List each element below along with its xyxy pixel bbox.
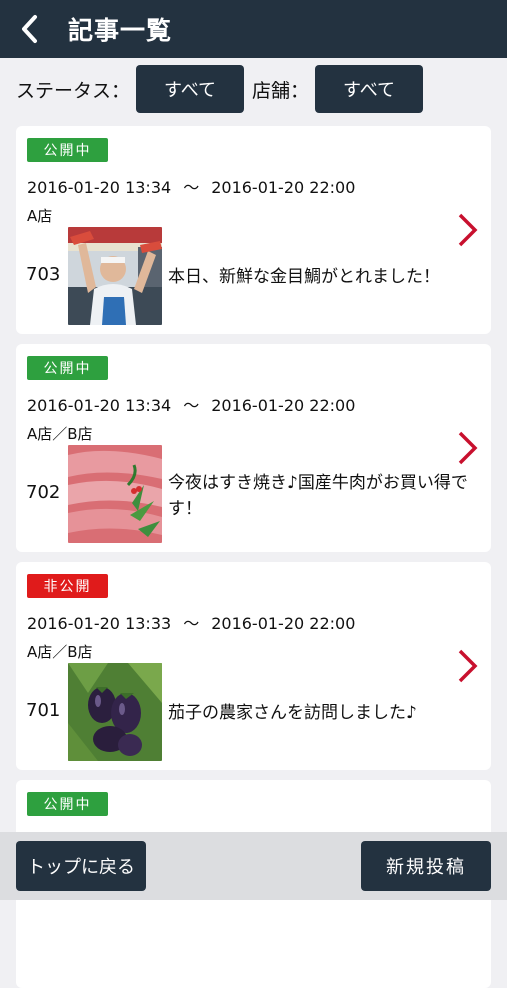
- store-filter-label: 店舗：: [252, 79, 310, 102]
- publish-period: 2016-01-20 13:34 ～ 2016-01-20 22:00: [27, 174, 355, 198]
- chevron-right-icon: [458, 431, 478, 465]
- chevron-left-icon: [22, 15, 37, 43]
- new-post-button[interactable]: 新規投稿: [361, 841, 491, 891]
- period-end: 2016-01-20 22:00: [211, 614, 356, 633]
- article-thumbnail: [68, 663, 162, 761]
- status-badge: 公開中: [27, 792, 108, 816]
- chevron-right-icon: [458, 649, 478, 683]
- page-title: 記事一覧: [68, 16, 173, 45]
- article-thumbnail: [68, 227, 162, 325]
- bottom-toolbar: トップに戻る 新規投稿: [0, 832, 507, 900]
- period-start: 2016-01-20 13:34: [27, 178, 172, 197]
- status-badge: 非公開: [27, 574, 108, 598]
- article-title: 茄子の農家さんを訪問しました♪: [168, 703, 417, 723]
- period-separator: ～: [183, 614, 200, 633]
- filter-bar: ステータス： すべて 店舗： すべて: [0, 58, 507, 120]
- period-start: 2016-01-20 13:33: [27, 614, 172, 633]
- article-card[interactable]: 非公開 2016-01-20 13:33 ～ 2016-01-20 22:00 A店…: [16, 562, 491, 770]
- app-header: 記事一覧: [0, 0, 507, 58]
- article-title: 今夜はすき焼き♪国産牛肉がお買い得です！: [168, 473, 468, 519]
- store-names: A店／B店: [27, 425, 93, 443]
- store-filter-button[interactable]: すべて: [315, 65, 424, 113]
- article-card[interactable]: 公開中 2016-01-20 13:34 ～ 2016-01-20 22:00 A店…: [16, 126, 491, 334]
- back-button[interactable]: [0, 0, 60, 58]
- publish-period: 2016-01-20 13:34 ～ 2016-01-20 22:00: [27, 392, 355, 416]
- article-id: 701: [26, 700, 61, 721]
- article-card[interactable]: 公開中 2016-01-20 13:34 ～ 2016-01-20 22:00 A店…: [16, 344, 491, 552]
- store-names: A店: [27, 207, 53, 225]
- period-separator: ～: [183, 178, 200, 197]
- article-id: 703: [26, 264, 61, 285]
- article-id: 702: [26, 482, 61, 503]
- period-end: 2016-01-20 22:00: [211, 178, 356, 197]
- period-end: 2016-01-20 22:00: [211, 396, 356, 415]
- publish-period: 2016-01-20 13:33 ～ 2016-01-20 22:00: [27, 610, 355, 634]
- period-start: 2016-01-20 13:34: [27, 396, 172, 415]
- chevron-right-icon: [458, 213, 478, 247]
- back-to-top-button[interactable]: トップに戻る: [16, 841, 146, 891]
- status-badge: 公開中: [27, 356, 108, 380]
- article-thumbnail: [68, 445, 162, 543]
- status-filter-label: ステータス：: [16, 79, 131, 102]
- status-badge: 公開中: [27, 138, 108, 162]
- period-separator: ～: [183, 396, 200, 415]
- article-title: 本日、新鮮な金目鯛がとれました！: [168, 267, 440, 287]
- status-filter-button[interactable]: すべて: [136, 65, 245, 113]
- store-names: A店／B店: [27, 643, 93, 661]
